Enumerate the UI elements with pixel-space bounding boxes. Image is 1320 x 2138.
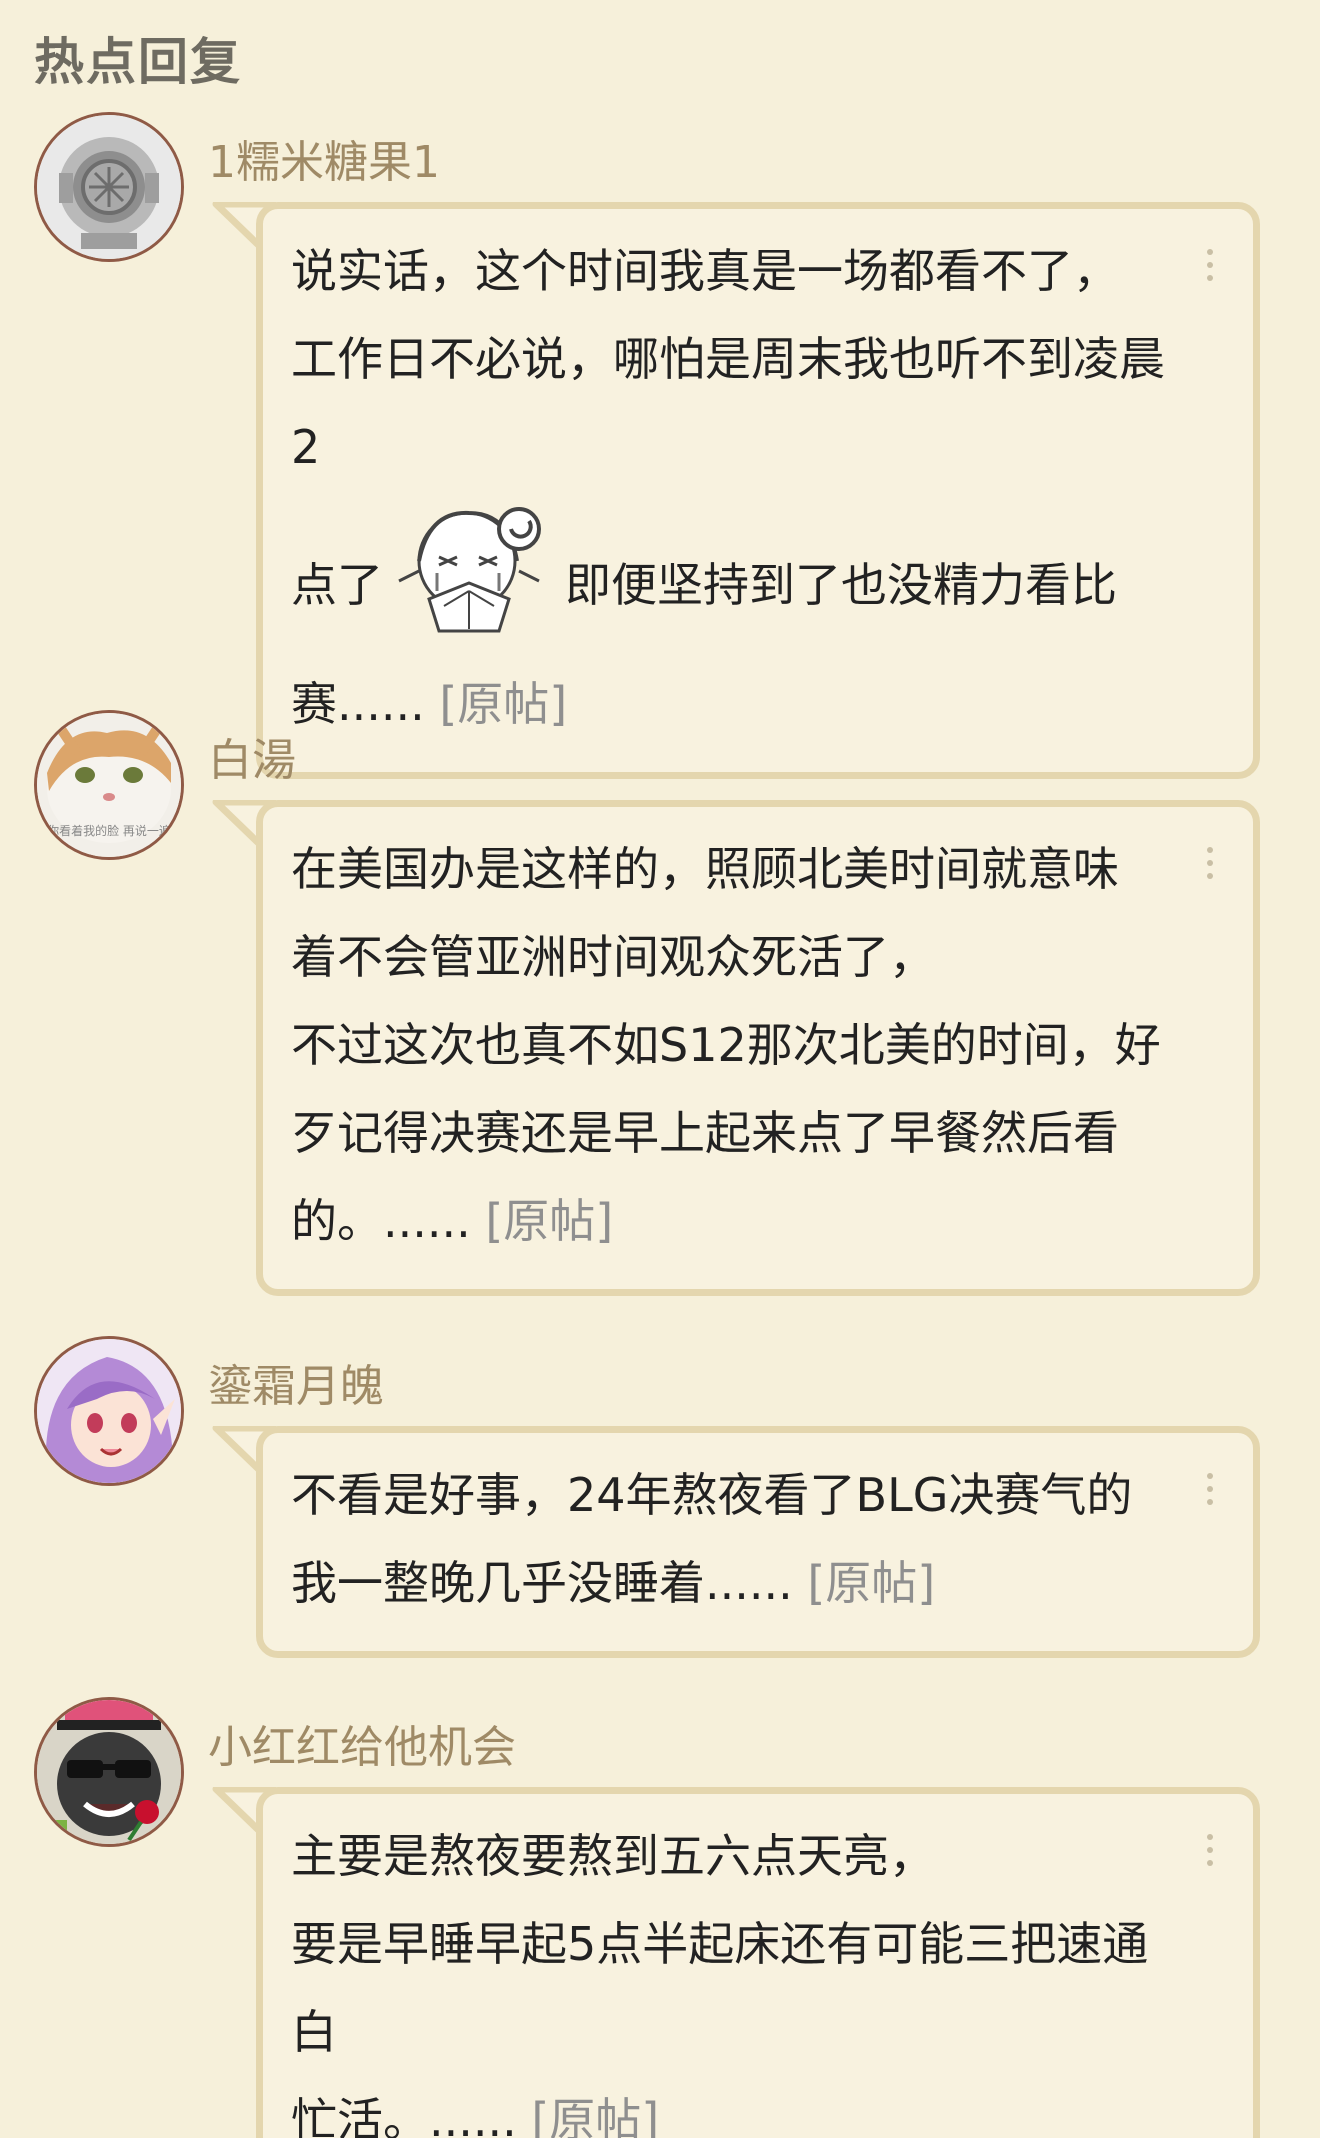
comment-text: 主要是熬夜要熬到五六点天亮，: [291, 1829, 935, 1883]
comment-text: 赛......: [291, 677, 425, 731]
username[interactable]: 1糯米糖果1: [208, 126, 440, 190]
comment-text-row: 我一整晚几乎没睡着...... [原帖]: [291, 1539, 1193, 1627]
comment-bubble: 说实话，这个时间我真是一场都看不了， 工作日不必说，哪怕是周末我也听不到凌晨2 …: [256, 202, 1260, 779]
comment-text: 着不会管亚洲时间观众死活了，: [291, 930, 935, 984]
comment-bubble: 不看是好事，24年熬夜看了BLG决赛气的 我一整晚几乎没睡着...... [原帖…: [256, 1426, 1260, 1658]
avatar-caption: 你看着我的脸 再说一遍: [47, 823, 171, 838]
more-options-icon[interactable]: [1207, 1473, 1215, 1507]
avatar[interactable]: [34, 112, 184, 262]
more-options-icon[interactable]: [1207, 1834, 1215, 1868]
hot-replies-page: 热点回复 1糯米糖果1 说实话，这个时间我真是一场都看不了， 工作日不必说，哪怕…: [0, 0, 1320, 2138]
comment-text: 的。......: [291, 1194, 471, 1248]
comment-text: 忙活。......: [291, 2093, 517, 2138]
comment-text: 歹记得决赛还是早上起来点了早餐然后看: [291, 1106, 1119, 1160]
username[interactable]: 白湯: [208, 724, 296, 788]
comment-text-row: 赛...... [原帖]: [291, 660, 1193, 748]
original-post-link[interactable]: [原帖]: [439, 677, 567, 731]
comment-text-row: 点了 即便坚持到了也没精力看比: [291, 491, 1193, 660]
comment-text: 要是早睡早起5点半起床还有可能三把速通白: [291, 1917, 1149, 2059]
comment-bubble: 主要是熬夜要熬到五六点天亮， 要是早睡早起5点半起床还有可能三把速通白 忙活。.…: [256, 1787, 1260, 2138]
comment-text: 点了: [291, 558, 383, 612]
more-options-icon[interactable]: [1207, 249, 1215, 283]
sticker-image: [398, 507, 541, 633]
original-post-link[interactable]: [原帖]: [807, 1556, 935, 1610]
comment-text: 在美国办是这样的，照顾北美时间就意味: [291, 842, 1119, 896]
username[interactable]: 小红红给他机会: [208, 1711, 516, 1775]
comment-text-row: 的。...... [原帖]: [291, 1177, 1193, 1265]
comment-text: 我一整晚几乎没睡着......: [291, 1556, 793, 1610]
comment-text: 说实话，这个时间我真是一场都看不了，: [291, 244, 1119, 298]
comment-text-row: 忙活。...... [原帖]: [291, 2076, 1193, 2138]
avatar[interactable]: [34, 1336, 184, 1486]
comment-bubble: 在美国办是这样的，照顾北美时间就意味 着不会管亚洲时间观众死活了， 不过这次也真…: [256, 800, 1260, 1296]
username[interactable]: 鎏霜月魄: [208, 1350, 384, 1414]
original-post-link[interactable]: [原帖]: [485, 1194, 613, 1248]
avatar[interactable]: 你看着我的脸 再说一遍: [34, 710, 184, 860]
more-options-icon[interactable]: [1207, 847, 1215, 881]
comment-text: 不过这次也真不如S12那次北美的时间，好: [291, 1018, 1161, 1072]
original-post-link[interactable]: [原帖]: [531, 2093, 659, 2138]
comment-text: 即便坚持到了也没精力看比: [565, 558, 1117, 612]
avatar[interactable]: [34, 1697, 184, 1847]
comment-text: 工作日不必说，哪怕是周末我也听不到凌晨2: [291, 332, 1165, 474]
section-title: 热点回复: [34, 33, 242, 91]
comment-text: 不看是好事，24年熬夜看了BLG决赛气的: [291, 1468, 1133, 1522]
